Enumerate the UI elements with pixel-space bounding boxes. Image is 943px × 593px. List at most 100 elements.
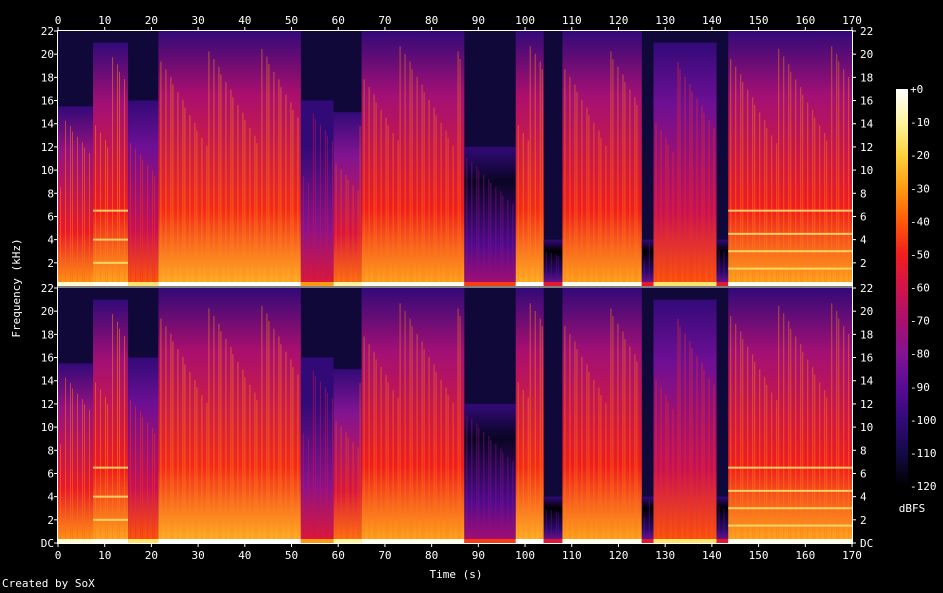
- transient-streak: [502, 195, 504, 286]
- transient-streak: [112, 314, 114, 543]
- y-tick-label-right: 12: [860, 398, 873, 411]
- low-frequency-band: [641, 539, 654, 543]
- transient-streak: [335, 164, 337, 286]
- spectrogram-segment: [300, 357, 334, 543]
- transient-streak: [105, 139, 107, 286]
- transient-streak: [624, 82, 626, 286]
- transient-streak: [201, 138, 203, 286]
- transient-streak: [278, 79, 280, 286]
- transient-streak: [124, 79, 126, 287]
- low-frequency-band: [158, 539, 301, 543]
- x-tick-label: 100: [515, 549, 535, 562]
- transient-streak: [534, 53, 536, 287]
- y-tick-label: 16: [41, 352, 54, 365]
- y-tick-label-right: 20: [860, 305, 873, 318]
- harmonic-line: [728, 489, 852, 492]
- transient-streak: [433, 107, 435, 286]
- transient-streak: [230, 346, 232, 543]
- transient-streak: [447, 395, 449, 543]
- y-tick-label: 12: [41, 141, 54, 154]
- transient-streak: [117, 321, 119, 543]
- transient-streak: [819, 125, 821, 286]
- transient-streak: [814, 374, 816, 543]
- transient-streak: [605, 402, 607, 543]
- transient-streak: [385, 374, 387, 543]
- transient-streak: [423, 349, 425, 543]
- transient-streak: [312, 113, 314, 286]
- transient-streak: [206, 145, 208, 286]
- harmonic-line: [728, 267, 852, 270]
- transient-streak: [416, 76, 418, 287]
- transient-streak: [826, 140, 828, 286]
- transient-streak: [220, 74, 222, 286]
- transient-streak: [445, 387, 447, 543]
- transient-streak: [766, 127, 768, 287]
- x-tick-label: 120: [609, 549, 629, 562]
- x-tick-label-top: 40: [238, 14, 251, 27]
- transient-streak: [380, 110, 382, 286]
- transient-streak: [517, 125, 519, 286]
- transient-streak: [285, 351, 287, 543]
- transient-streak: [522, 133, 524, 286]
- colorbar-tick-label: -50: [910, 248, 930, 261]
- transient-streak: [838, 61, 840, 286]
- transient-streak: [423, 92, 425, 286]
- transient-streak: [347, 179, 349, 286]
- transient-streak: [557, 512, 559, 543]
- colorbar-tick-label: -20: [910, 149, 930, 162]
- transient-streak: [345, 174, 347, 286]
- transient-streak: [800, 344, 802, 543]
- transient-streak: [488, 178, 490, 286]
- transient-streak: [574, 341, 576, 543]
- x-tick-label: 10: [98, 549, 111, 562]
- transient-streak: [684, 333, 686, 543]
- transient-streak: [152, 428, 154, 543]
- low-frequency-band: [300, 539, 334, 543]
- x-tick-label-top: 170: [842, 14, 862, 27]
- transient-streak: [759, 112, 761, 286]
- transient-streak: [72, 131, 73, 286]
- transient-streak: [196, 387, 198, 543]
- y-tick-label: 6: [47, 467, 54, 480]
- transient-streak: [392, 390, 394, 543]
- harmonic-line: [93, 238, 129, 241]
- transient-streak: [610, 308, 612, 543]
- x-tick-label-top: 90: [472, 14, 485, 27]
- transient-streak: [677, 62, 679, 287]
- transient-streak: [421, 341, 423, 543]
- transient-streak: [679, 326, 681, 543]
- y-tick-label: 4: [47, 491, 54, 504]
- transient-streak: [130, 143, 132, 286]
- y-tick-label-right: 18: [860, 71, 873, 84]
- transient-streak: [206, 402, 208, 543]
- low-frequency-band: [543, 539, 563, 543]
- transient-streak: [119, 71, 121, 286]
- spectrogram-segment: [128, 357, 159, 543]
- transient-streak: [764, 377, 766, 543]
- x-tick-label-top: 160: [795, 14, 815, 27]
- transient-streak: [409, 61, 411, 286]
- transient-streak: [802, 351, 804, 543]
- transient-streak: [507, 456, 509, 543]
- transient-streak: [807, 102, 809, 287]
- x-tick-label: 140: [702, 549, 722, 562]
- transient-streak: [655, 379, 657, 543]
- harmonic-line: [93, 209, 129, 212]
- transient-streak: [541, 69, 543, 286]
- transient-streak: [476, 423, 478, 543]
- transient-streak: [471, 419, 473, 543]
- transient-streak: [268, 321, 270, 543]
- transient-streak: [667, 144, 669, 286]
- transient-streak: [404, 310, 406, 543]
- transient-streak: [569, 333, 571, 543]
- transient-streak: [564, 69, 566, 286]
- transient-streak: [826, 397, 828, 543]
- x-tick-label-top: 140: [702, 14, 722, 27]
- transient-streak: [636, 361, 638, 543]
- y-tick-label-right: 20: [860, 48, 873, 61]
- harmonic-line: [728, 232, 852, 235]
- transient-streak: [622, 331, 624, 543]
- transient-streak: [701, 105, 703, 286]
- transient-streak: [220, 331, 222, 543]
- transient-streak: [610, 51, 612, 287]
